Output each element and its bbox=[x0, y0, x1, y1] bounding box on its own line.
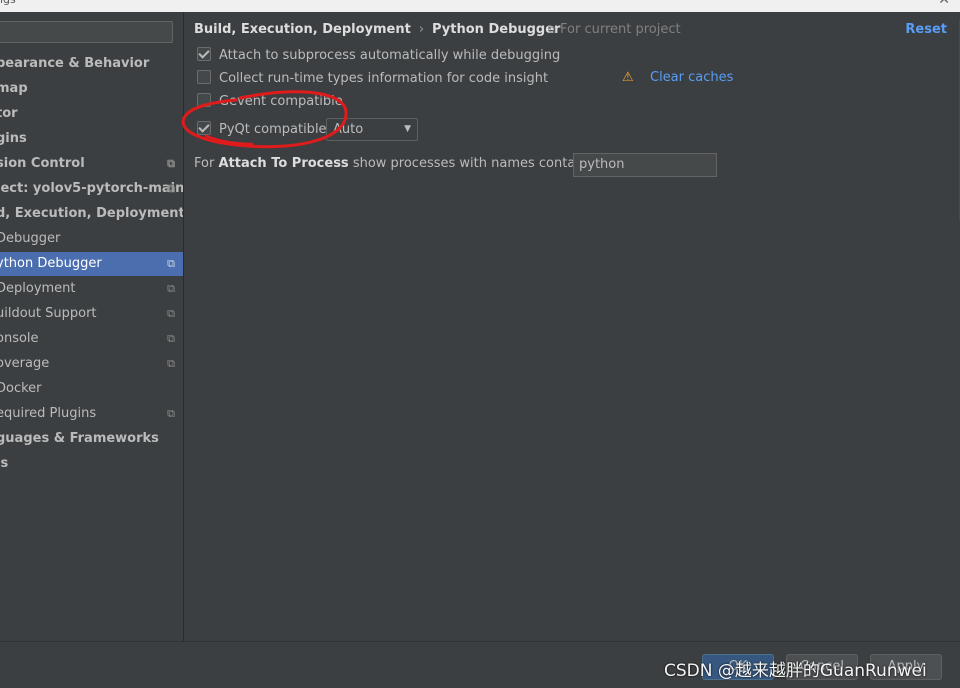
reset-link[interactable]: Reset bbox=[905, 22, 947, 37]
sidebar-item-label: guages & Frameworks bbox=[0, 431, 159, 446]
attach-to-process-label: For Attach To Process show processes wit… bbox=[194, 156, 612, 171]
attach-subprocess-checkbox[interactable] bbox=[197, 47, 211, 61]
copy-icon: ⧉ bbox=[167, 282, 175, 295]
sidebar-item-label: d, Execution, Deployment bbox=[0, 206, 183, 221]
sidebar-item-label: Deployment bbox=[0, 281, 76, 296]
clear-caches-link[interactable]: Clear caches bbox=[650, 70, 733, 85]
sidebar-item[interactable]: ject: yolov5-pytorch-main ⧉ bbox=[0, 177, 183, 201]
pyqt-mode-value: Auto bbox=[333, 122, 364, 137]
sidebar-item[interactable]: sion Control ⧉ bbox=[0, 152, 183, 176]
settings-sidebar: pearance & Behavior map tor gins sion Contro… bbox=[0, 12, 184, 641]
window-titlebar: ngs ✕ bbox=[0, 0, 960, 12]
window-title: ngs bbox=[0, 0, 16, 6]
sidebar-item-label: uildout Support bbox=[0, 306, 97, 321]
sidebar-item-label: gins bbox=[0, 131, 27, 146]
collect-types-option[interactable]: Collect run-time types information for c… bbox=[197, 70, 548, 88]
collect-types-label: Collect run-time types information for c… bbox=[219, 71, 549, 86]
sidebar-item[interactable]: overage ⧉ bbox=[0, 352, 183, 376]
sidebar-item-label: Docker bbox=[0, 381, 42, 396]
attach-to-process-bold: Attach To Process bbox=[218, 156, 349, 171]
sidebar-item[interactable]: map bbox=[0, 77, 183, 101]
breadcrumb-separator: › bbox=[418, 22, 425, 37]
sidebar-item[interactable]: tor bbox=[0, 102, 183, 126]
editor-edge bbox=[955, 20, 960, 220]
sidebar-item-label: sion Control bbox=[0, 156, 85, 171]
copy-icon: ⧉ bbox=[167, 157, 175, 170]
sidebar-item[interactable]: Deployment ⧉ bbox=[0, 277, 183, 301]
scope-indicator: ⧉ For current project bbox=[548, 22, 681, 37]
sidebar-item-label: pearance & Behavior bbox=[0, 56, 150, 71]
sidebar-item[interactable]: guages & Frameworks bbox=[0, 427, 183, 451]
watermark: CSDN @越来越胖的GuanRunwei bbox=[664, 661, 927, 681]
attach-subprocess-option[interactable]: Attach to subprocess automatically while… bbox=[197, 47, 560, 65]
sidebar-item-label: ython Debugger bbox=[0, 256, 102, 271]
chevron-down-icon: ▼ bbox=[404, 124, 411, 134]
sidebar-item-label: map bbox=[0, 81, 28, 96]
pyqt-checkbox[interactable] bbox=[197, 121, 211, 135]
sidebar-item[interactable]: Debugger bbox=[0, 227, 183, 251]
settings-content: Build, Execution, Deployment › Python Debu… bbox=[184, 12, 960, 641]
pyqt-label: PyQt compatible bbox=[219, 122, 327, 137]
close-icon[interactable]: ✕ bbox=[938, 0, 950, 8]
sidebar-item[interactable]: pearance & Behavior bbox=[0, 52, 183, 76]
sidebar-item[interactable]: ls bbox=[0, 452, 183, 476]
collect-types-checkbox[interactable] bbox=[197, 70, 211, 84]
breadcrumb-parent[interactable]: Build, Execution, Deployment bbox=[194, 22, 411, 37]
sidebar-item-label: equired Plugins bbox=[0, 406, 97, 421]
sidebar-item-label: overage bbox=[0, 356, 50, 371]
sidebar-item[interactable]: equired Plugins ⧉ bbox=[0, 402, 183, 426]
breadcrumb-current: Python Debugger bbox=[432, 22, 561, 37]
attach-subprocess-label: Attach to subprocess automatically while… bbox=[219, 48, 561, 63]
copy-icon: ⧉ bbox=[167, 332, 175, 345]
copy-icon: ⧉ bbox=[167, 357, 175, 370]
sidebar-item-label: ls bbox=[0, 456, 9, 471]
copy-icon: ⧉ bbox=[167, 407, 175, 420]
copy-icon: ⧉ bbox=[167, 182, 175, 195]
sidebar-item-label: tor bbox=[0, 106, 18, 121]
gevent-option[interactable]: Gevent compatible bbox=[197, 93, 343, 111]
sidebar-item[interactable]: d, Execution, Deployment bbox=[0, 202, 183, 226]
warning-triangle-icon: ⚠ bbox=[622, 70, 634, 85]
sidebar-item-label: Debugger bbox=[0, 231, 61, 246]
sidebar-item-label: onsole bbox=[0, 331, 39, 346]
sidebar-item[interactable]: gins bbox=[0, 127, 183, 151]
scope-label: For current project bbox=[560, 22, 681, 37]
attach-prefix: For bbox=[194, 156, 215, 171]
gevent-checkbox[interactable] bbox=[197, 93, 211, 107]
sidebar-item[interactable]: ython Debugger ⧉ bbox=[0, 252, 183, 276]
breadcrumb: Build, Execution, Deployment › Python Debu… bbox=[194, 22, 560, 37]
copy-icon: ⧉ bbox=[167, 307, 175, 320]
settings-search-input[interactable] bbox=[0, 21, 173, 43]
copy-icon: ⧉ bbox=[167, 257, 175, 270]
pyqt-mode-select[interactable]: Auto ▼ bbox=[326, 118, 418, 141]
gevent-label: Gevent compatible bbox=[219, 94, 343, 109]
process-name-filter-input[interactable]: python bbox=[573, 153, 717, 177]
sidebar-item[interactable]: Docker bbox=[0, 377, 183, 401]
sidebar-item[interactable]: uildout Support ⧉ bbox=[0, 302, 183, 326]
copy-icon: ⧉ bbox=[548, 23, 556, 36]
sidebar-item-label: ject: yolov5-pytorch-main bbox=[0, 181, 183, 196]
pyqt-option[interactable]: PyQt compatible bbox=[197, 121, 327, 139]
sidebar-item[interactable]: onsole ⧉ bbox=[0, 327, 183, 351]
